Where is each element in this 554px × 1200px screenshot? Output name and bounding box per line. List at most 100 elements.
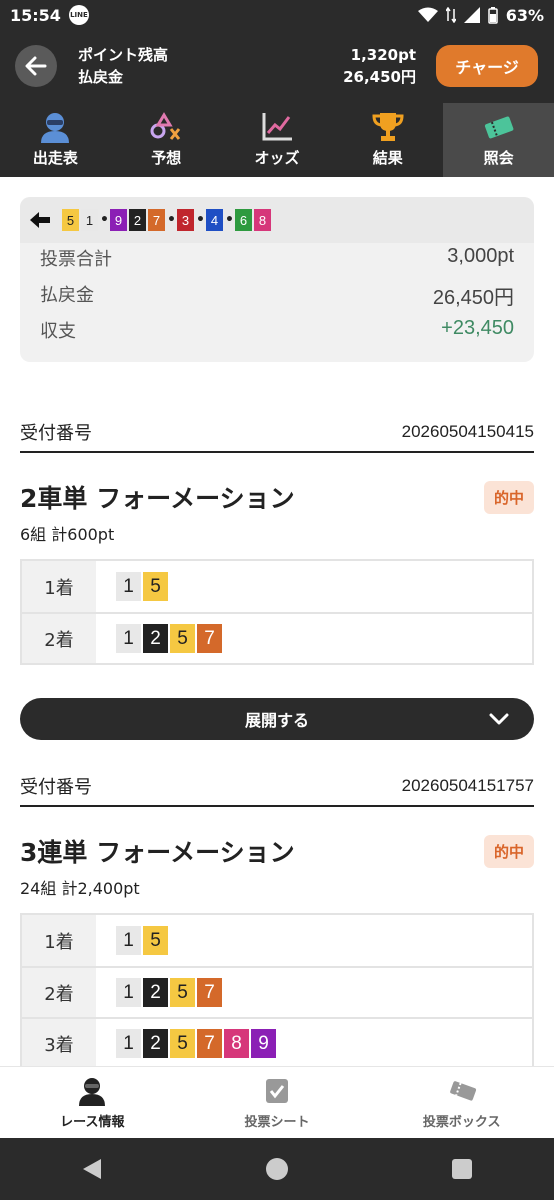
result-summary-card: 5 1 • 9 2 7 • 3 • 4 • 6 8 投票合計 3,000pt 払戻金 26,450円 収… (20, 197, 534, 362)
tab-label: 照会 (483, 149, 514, 167)
summary-balance-row: 収支 +23,450 (40, 317, 514, 343)
points-label: ポイント残高 (78, 46, 169, 64)
expand-button[interactable]: 展開する (20, 698, 534, 740)
nav-bet-box[interactable]: 投票ボックス (369, 1067, 554, 1138)
total-value: 3,000pt (447, 245, 514, 267)
tickets-icon (449, 1081, 476, 1101)
charge-button[interactable]: チャージ (436, 45, 538, 87)
selected-numbers: 15 (96, 561, 168, 612)
racer-number-chip: 8 (254, 209, 271, 231)
total-label: 投票合計 (40, 249, 112, 270)
bet-summary: 6組 計600pt (20, 525, 115, 544)
separator-dot: • (225, 212, 234, 228)
main-tabs: 出走表 予想 オッズ 結果 照会 (0, 103, 554, 177)
payout-label: 払戻金 (78, 68, 124, 86)
finish-order: 5 1 • 9 2 7 • 3 • 4 • 6 8 (62, 209, 271, 231)
balance-label: 収支 (40, 321, 76, 342)
racer-number-chip: 1 (116, 624, 141, 653)
racer-number-chip: 3 (177, 209, 194, 231)
trophy-icon (372, 113, 404, 141)
finish-position-label: 2着 (22, 614, 96, 663)
formation-row: 2着 1 2 5 7 (22, 966, 532, 1017)
finish-position-label: 1着 (22, 561, 96, 612)
receipt-label: 受付番号 (20, 777, 92, 798)
racer-number-chip: 7 (197, 1029, 222, 1058)
formation-row: 1着 1 5 (22, 915, 532, 966)
racer-icon (41, 113, 70, 143)
formation-row: 3着 1 2 5 7 8 9 (22, 1017, 532, 1066)
selected-numbers: 1257 (96, 614, 222, 663)
tab-odds[interactable]: オッズ (222, 103, 333, 177)
separator-dot: • (167, 212, 176, 228)
checkbox-icon (266, 1079, 288, 1103)
status-right: 63% (417, 5, 544, 25)
racer-number-chip: 5 (170, 624, 195, 653)
nav-label: 投票ボックス (422, 1115, 501, 1130)
nav-label: レース情報 (60, 1115, 125, 1130)
bet-title-row: 3連単 フォーメーション 的中 (20, 833, 534, 869)
receipt-header: 受付番号 20260504150415 (20, 413, 534, 453)
chevron-down-icon (489, 713, 509, 725)
status-bar: 15:54 LINE 63% (0, 0, 554, 30)
tab-label: オッズ (254, 149, 300, 167)
nav-bet-sheet[interactable]: 投票シート (185, 1067, 370, 1138)
racer-icon (79, 1078, 106, 1106)
racer-number-chip: 2 (129, 209, 146, 231)
expand-label: 展開する (244, 711, 309, 730)
racer-number-chip: 5 (170, 1029, 195, 1058)
balance-value: +23,450 (441, 317, 514, 339)
payout-value: 26,450円 (432, 287, 514, 309)
summary-total-row: 投票合計 3,000pt (40, 245, 514, 271)
app-header: ポイント残高 払戻金 1,320pt 26,450円 チャージ (0, 30, 554, 103)
receipt-number: 20260504150415 (401, 422, 534, 441)
tab-label: 予想 (151, 149, 182, 167)
prediction-icon (150, 112, 181, 140)
ticket-icon (484, 116, 513, 139)
selected-numbers: 15 (96, 915, 168, 966)
back-button[interactable] (15, 45, 57, 87)
racer-number-chip: 8 (224, 1029, 249, 1058)
racer-number-chip: 2 (143, 1029, 168, 1058)
arrow-left-icon (25, 56, 47, 76)
bet-type-title: 3連単 フォーメーション (20, 838, 295, 867)
tab-prediction[interactable]: 予想 (111, 103, 222, 177)
line-app-icon: LINE (68, 5, 89, 25)
racer-number-chip: 5 (143, 926, 168, 955)
receipt-header: 受付番号 20260504151757 (20, 767, 534, 807)
formation-table: 1着 1 5 2着 1 2 5 7 3着 1 2 5 7 8 9 (20, 913, 534, 1066)
racer-number-chip: 1 (116, 572, 141, 601)
tab-label: 結果 (372, 149, 403, 167)
main-content[interactable]: 5 1 • 9 2 7 • 3 • 4 • 6 8 投票合計 3,000pt 払戻金 26,450円 収… (0, 177, 554, 1066)
racer-number-chip: 5 (62, 209, 79, 231)
nav-race-info[interactable]: レース情報 (0, 1067, 185, 1138)
hit-badge: 的中 (483, 834, 534, 868)
race-result-strip: 5 1 • 9 2 7 • 3 • 4 • 6 8 (20, 197, 534, 243)
tab-results[interactable]: 結果 (332, 103, 443, 177)
wifi-icon (417, 7, 438, 22)
summary-payout-row: 払戻金 26,450円 (40, 281, 514, 310)
selected-numbers: 125789 (96, 1019, 276, 1066)
formation-row: 2着 1 2 5 7 (22, 612, 532, 663)
bet-summary: 24組 計2,400pt (20, 879, 140, 898)
tab-label: 出走表 (32, 149, 78, 167)
racer-number-chip: 1 (116, 1029, 141, 1058)
receipt-label: 受付番号 (20, 423, 92, 444)
network-arrows-icon (445, 7, 456, 23)
system-back-icon[interactable] (81, 1157, 103, 1181)
finish-position-label: 3着 (22, 1019, 96, 1066)
odds-chart-icon (262, 113, 292, 141)
battery-percent: 63% (505, 5, 544, 25)
racer-number-chip: 7 (197, 624, 222, 653)
system-home-icon[interactable] (265, 1157, 289, 1181)
finish-position-label: 2着 (22, 968, 96, 1017)
racer-number-chip: 9 (251, 1029, 276, 1058)
separator-dot: • (100, 212, 109, 228)
racer-number-chip: 7 (197, 978, 222, 1007)
tab-race-card[interactable]: 出走表 (0, 103, 111, 177)
bet-title-row: 2車単 フォーメーション 的中 (20, 479, 534, 515)
system-recents-icon[interactable] (451, 1158, 473, 1180)
racer-number-chip: 9 (110, 209, 127, 231)
racer-number-chip: 2 (143, 978, 168, 1007)
bottom-nav: レース情報 投票シート 投票ボックス (0, 1066, 554, 1138)
tab-inquiry[interactable]: 照会 (443, 103, 554, 177)
